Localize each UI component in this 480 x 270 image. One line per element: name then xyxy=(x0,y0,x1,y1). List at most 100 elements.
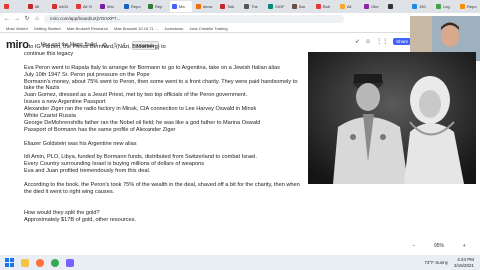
browser-tab[interactable]: SIGF xyxy=(266,1,288,12)
reaction-icon[interactable]: ☺ xyxy=(365,39,371,45)
browser-tab[interactable]: All Vi xyxy=(74,1,96,12)
bookmarks-bar: Most Visited Getting Started Mae Brussell … xyxy=(0,24,480,33)
apps-icon[interactable]: ⋮⋮ xyxy=(376,38,388,45)
bookmark-item[interactable]: Jack Cristello Trading xyxy=(189,26,227,31)
browser-tab[interactable]: show xyxy=(194,1,216,12)
document-line: ...to IG Farben, the Prince Bernhard, (N… xyxy=(24,44,166,50)
historical-photo xyxy=(308,52,476,184)
browser-tab[interactable] xyxy=(386,1,408,12)
bookmark-item[interactable]: Getting Started xyxy=(34,26,61,31)
tab-favicon-icon xyxy=(292,4,297,9)
document-line: Alexander Ziger ran the radio factory in… xyxy=(24,106,257,113)
back-icon[interactable]: ← xyxy=(4,16,10,22)
tab-label: Wrc xyxy=(107,4,115,9)
share-button[interactable]: Share xyxy=(393,38,412,45)
browser-tab[interactable]: Log xyxy=(434,1,456,12)
tab-label: Obe xyxy=(371,4,379,9)
photo-peron-couple xyxy=(308,52,476,184)
home-icon[interactable]: ⌂ xyxy=(34,16,40,22)
document-line: According to the book, the Peron's took … xyxy=(24,182,300,189)
bookmark-item[interactable]: Mae Brussell Research xyxy=(67,26,108,31)
tab-label: Bar xyxy=(299,4,306,9)
document-line: Idi Amin, PLO, Libya, funded by Bormann … xyxy=(24,154,257,161)
browser-tab[interactable]: Repo xyxy=(122,1,144,12)
tab-favicon-icon xyxy=(460,4,465,9)
bookmark-item[interactable]: Most Visited xyxy=(6,26,28,31)
zoom-out-button[interactable]: − xyxy=(412,243,415,249)
taskbar xyxy=(0,255,480,270)
tab-favicon-icon xyxy=(196,4,201,9)
browser-tab[interactable]: Ma xyxy=(170,1,192,12)
file-explorer-icon[interactable] xyxy=(21,258,29,267)
tab-label: The xyxy=(251,4,258,9)
document-line: How would they split the gold? xyxy=(24,209,100,216)
browser-tab[interactable]: Rep xyxy=(146,1,168,12)
document-line: White Czarist Russia xyxy=(24,113,76,120)
document-line xyxy=(24,134,314,141)
tab-label: Mi xyxy=(35,4,40,9)
tab-label: Ali xyxy=(347,4,352,9)
document-line: July 10th 1947 Sr. Peron put pressure on… xyxy=(24,71,150,78)
browser-tab[interactable]: Buti xyxy=(314,1,336,12)
clock-time: 4:24 PM xyxy=(457,257,474,262)
browser-tab[interactable]: Wrc xyxy=(98,1,120,12)
address-bar-row: ← → ↻ ⌂ miro.com/app/board/uXjVOmXP7... xyxy=(0,13,480,24)
collab-toolbar: ➶ ☺ ⋮⋮ Share xyxy=(355,38,416,45)
document-text: ...to IG Farben, the Prince Bernhard, (N… xyxy=(24,44,314,223)
tab-label: Log xyxy=(443,4,450,9)
tab-label: Rep xyxy=(155,4,163,9)
system-tray: 73°F Sunny 4:24 PM 2/16/2021 xyxy=(424,257,474,268)
tab-label: Tolk xyxy=(227,4,235,9)
tab-favicon-icon xyxy=(124,4,129,9)
reload-icon[interactable]: ↻ xyxy=(24,15,30,22)
tab-favicon-icon xyxy=(268,4,273,9)
document-line: Approximately $17B of gold, other resour… xyxy=(24,216,136,223)
document-line: Eliazer Goldstein was his Argentine new … xyxy=(24,140,137,147)
forward-icon[interactable]: → xyxy=(14,16,20,22)
tab-favicon-icon xyxy=(52,4,57,9)
weather-status[interactable]: 73°F Sunny xyxy=(424,260,448,265)
app-icon[interactable] xyxy=(66,258,74,267)
bookmark-item[interactable]: Mae Brussell 10.15.71 ... xyxy=(114,26,158,31)
tab-favicon-icon xyxy=(412,4,417,9)
tab-favicon-icon xyxy=(172,4,177,9)
zoom-level[interactable]: 95% xyxy=(434,243,444,249)
tab-favicon-icon xyxy=(364,4,369,9)
document-line: Juan Gomez, dressed as a Jesuit Priest, … xyxy=(24,92,248,99)
document-line: Eva Peron went to Rapala Italy to arrang… xyxy=(24,64,280,71)
document-line xyxy=(24,175,314,182)
browser-tab[interactable]: Mi xyxy=(26,1,48,12)
tab-favicon-icon xyxy=(316,4,321,9)
browser-tab[interactable]: Repo xyxy=(458,1,480,12)
chrome-icon[interactable] xyxy=(51,258,59,267)
browser-tab[interactable]: Bar xyxy=(290,1,312,12)
tab-label: 150 xyxy=(419,4,426,9)
browser-tab[interactable]: Ali xyxy=(338,1,360,12)
zoom-controls: − 95% + xyxy=(403,239,475,253)
document-line: the died it went to right wing causes. xyxy=(24,188,115,195)
document-line xyxy=(24,203,314,210)
cursor-icon[interactable]: ➶ xyxy=(355,38,360,45)
browser-tab[interactable]: The xyxy=(242,1,264,12)
tab-favicon-icon xyxy=(244,4,249,9)
document-line xyxy=(24,148,314,155)
clock-date: 2/16/2021 xyxy=(453,262,474,268)
document-line xyxy=(24,58,314,65)
browser-tab[interactable]: #404 xyxy=(50,1,72,12)
browser-tab[interactable] xyxy=(2,1,24,12)
tab-favicon-icon xyxy=(4,4,9,9)
url-input[interactable]: miro.com/app/board/uXjVOmXP7... xyxy=(44,14,344,23)
firefox-icon[interactable] xyxy=(36,258,44,267)
windows-start-icon[interactable] xyxy=(5,258,14,267)
tab-label: Ma xyxy=(179,4,185,9)
document-line: Bormann's money, about 75% went to Peron… xyxy=(24,78,298,85)
browser-tab[interactable]: Obe xyxy=(362,1,384,12)
browser-tab[interactable]: Tolk xyxy=(218,1,240,12)
clock[interactable]: 4:24 PM 2/16/2021 xyxy=(454,257,474,268)
tab-favicon-icon xyxy=(220,4,225,9)
bookmark-item[interactable]: Jonestown xyxy=(164,26,183,31)
document-line: George DeMohrenshilts father ran the Nob… xyxy=(24,119,261,126)
zoom-in-button[interactable]: + xyxy=(463,243,466,249)
document-line: Every Country surrounding Israel is buyi… xyxy=(24,161,205,168)
browser-tab[interactable]: 150 xyxy=(410,1,432,12)
